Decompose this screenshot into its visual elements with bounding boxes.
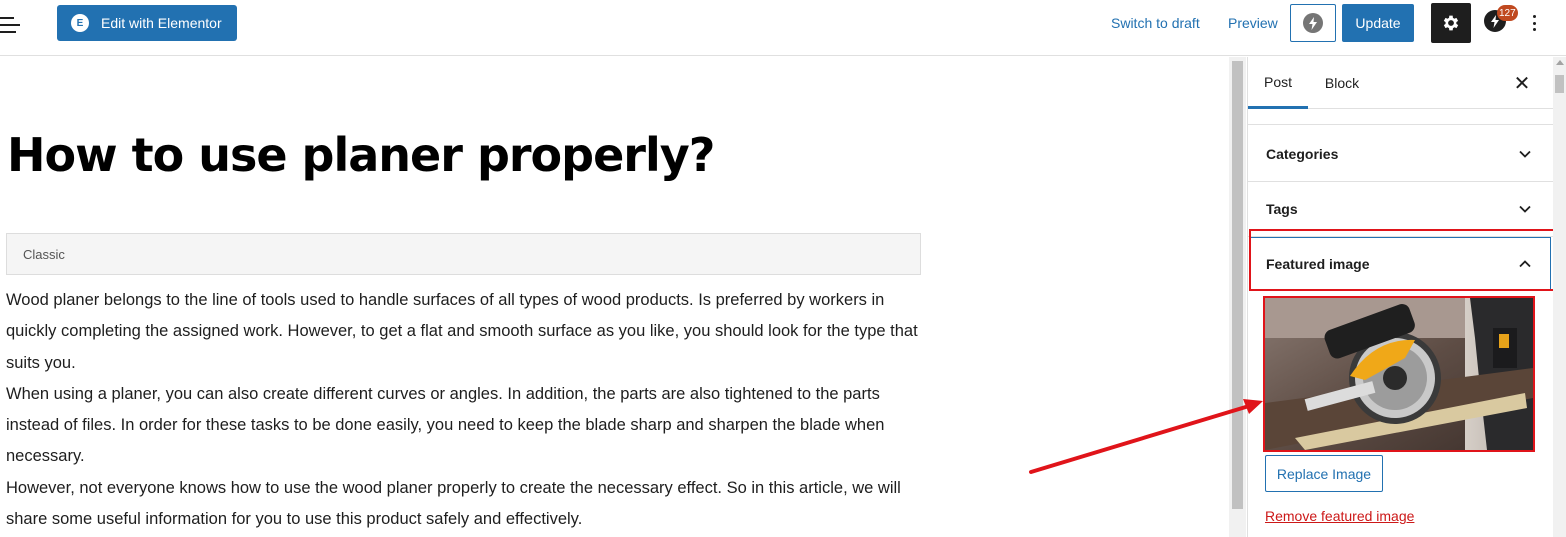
page-scrollbar-thumb[interactable]: [1555, 75, 1564, 93]
switch-to-draft-link[interactable]: Switch to draft: [1111, 15, 1200, 31]
categories-panel-toggle[interactable]: Categories: [1248, 127, 1554, 181]
post-content[interactable]: Wood planer belongs to the line of tools…: [6, 285, 926, 535]
circular-saw-photo: [1265, 298, 1533, 450]
notification-count-badge: 127: [1497, 5, 1518, 21]
lightning-icon: [1303, 13, 1323, 33]
remove-featured-image-link[interactable]: Remove featured image: [1265, 508, 1414, 524]
edit-with-elementor-label: Edit with Elementor: [101, 15, 222, 31]
classic-block-label: Classic: [23, 247, 65, 262]
settings-button[interactable]: [1431, 3, 1471, 43]
classic-block-toolbar[interactable]: Classic: [6, 233, 921, 275]
tab-block[interactable]: Block: [1312, 57, 1372, 109]
tab-post[interactable]: Post: [1248, 57, 1308, 109]
performance-button[interactable]: [1290, 4, 1336, 42]
paragraph: However, not everyone knows how to use t…: [6, 478, 901, 529]
tags-label: Tags: [1266, 201, 1298, 217]
gear-icon: [1443, 15, 1459, 31]
close-icon[interactable]: ✕: [1510, 71, 1534, 95]
menu-icon[interactable]: [0, 14, 24, 38]
categories-label: Categories: [1266, 146, 1339, 162]
chevron-down-icon: [1519, 150, 1531, 158]
update-button[interactable]: Update: [1342, 4, 1414, 42]
replace-image-button[interactable]: Replace Image: [1265, 455, 1383, 492]
annotation-arrow: [1029, 399, 1263, 474]
preview-link[interactable]: Preview: [1228, 15, 1278, 31]
paragraph: When using a planer, you can also create…: [6, 384, 885, 466]
sidebar-tabs: Post Block ✕: [1248, 57, 1554, 109]
paragraph: Wood planer belongs to the line of tools…: [6, 291, 918, 372]
editor-toolbar: E Edit with Elementor Switch to draft Pr…: [0, 0, 1566, 56]
post-title[interactable]: How to use planer properly?: [7, 128, 715, 182]
edit-with-elementor-button[interactable]: E Edit with Elementor: [57, 5, 237, 41]
elementor-icon: E: [71, 14, 89, 32]
featured-image-thumbnail[interactable]: [1263, 296, 1535, 452]
tags-panel-toggle[interactable]: Tags: [1248, 182, 1554, 236]
chevron-down-icon: [1519, 205, 1531, 213]
scroll-up-arrow-icon[interactable]: [1556, 60, 1564, 65]
page-scrollbar[interactable]: [1553, 57, 1566, 537]
kebab-menu-icon[interactable]: [1528, 12, 1540, 34]
annotation-highlight-box: [1249, 229, 1555, 291]
divider: [1248, 124, 1554, 125]
